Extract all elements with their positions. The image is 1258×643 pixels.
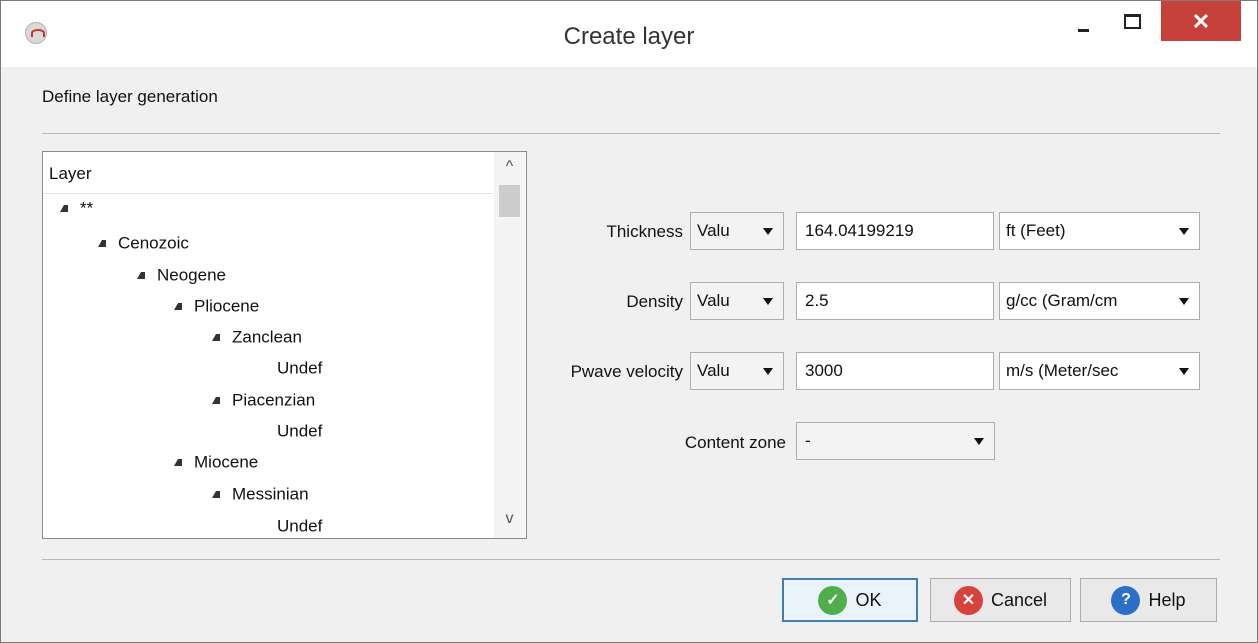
create-layer-dialog: Create layer ✕ Define layer generation L… [0,0,1258,643]
expand-triangle-icon[interactable] [174,303,182,311]
expand-triangle-icon[interactable] [98,240,106,248]
chevron-down-icon [763,298,773,305]
thickness-label: Thickness [606,222,683,241]
chevron-down-icon [1179,298,1189,305]
expand-triangle-icon[interactable] [212,334,220,342]
tree-body: ** Cenozoic Neogene Pliocene Zanclean Un… [43,195,493,538]
window-title: Create layer [563,23,695,50]
section-label: Define layer generation [42,87,218,106]
thickness-mode-value: Valu [697,221,730,240]
pwave-velocity-label: Pwave velocity [570,362,683,381]
question-circle-icon: ? [1111,585,1141,615]
expand-triangle-icon[interactable] [60,205,68,213]
layer-tree[interactable]: Layer ** Cenozoic Neogene Pliocene Zancl… [42,151,527,539]
help-label: Help [1148,589,1186,610]
cancel-label: Cancel [990,589,1048,610]
thickness-mode-select[interactable]: Valu [690,212,784,250]
content-zone-select[interactable]: - [796,422,995,460]
density-mode-value: Valu [697,291,730,310]
content-zone-value: - [805,431,811,450]
thickness-unit-select[interactable]: ft (Feet) [999,212,1200,250]
expand-triangle-icon[interactable] [137,272,145,280]
scroll-up-icon[interactable]: ^ [494,158,525,176]
title-bar: Create layer ✕ [1,1,1257,67]
pwave-mode-value: Valu [697,361,730,380]
thickness-input[interactable]: 164.04199219 [796,212,994,250]
tree-node-messinian[interactable]: Messinian [212,484,309,514]
density-label: Density [626,292,683,311]
pwave-mode-select[interactable]: Valu [690,352,784,390]
pwave-unit-value: m/s (Meter/sec [1006,361,1119,380]
maximize-button[interactable] [1112,1,1152,41]
chevron-down-icon [763,228,773,235]
tree-node-cenozoic[interactable]: Cenozoic [98,233,189,263]
content-zone-label: Content zone [684,433,786,452]
minimize-button[interactable] [1070,1,1100,41]
bottom-separator [42,559,1220,560]
thickness-unit-value: ft (Feet) [1006,221,1066,240]
x-circle-icon: ✕ [953,585,983,615]
expand-triangle-icon[interactable] [212,397,220,405]
density-input[interactable]: 2.5 [796,282,994,320]
density-unit-select[interactable]: g/cc (Gram/cm [999,282,1200,320]
tree-node-piacenzian[interactable]: Piacenzian [212,390,315,420]
tree-node-root[interactable]: ** [60,198,93,228]
tree-node-undef[interactable]: Undef [277,421,322,451]
pwave-velocity-input[interactable]: 3000 [796,352,994,390]
chevron-down-icon [763,368,773,375]
check-circle-icon: ✓ [818,585,848,615]
tree-scrollbar[interactable]: ^ v [494,152,525,538]
tree-node-miocene[interactable]: Miocene [174,452,258,482]
density-unit-value: g/cc (Gram/cm [1006,291,1118,310]
pwave-unit-select[interactable]: m/s (Meter/sec [999,352,1200,390]
scroll-thumb[interactable] [499,185,520,217]
tree-node-zanclean[interactable]: Zanclean [212,327,302,357]
chevron-down-icon [974,438,984,445]
tree-node-pliocene[interactable]: Pliocene [174,296,259,326]
expand-triangle-icon[interactable] [174,459,182,467]
chevron-down-icon [1179,368,1189,375]
tree-header: Layer [43,152,493,194]
close-button[interactable]: ✕ [1161,1,1241,41]
density-mode-select[interactable]: Valu [690,282,784,320]
tree-node-neogene[interactable]: Neogene [137,265,226,295]
help-button[interactable]: ? Help [1080,578,1217,622]
ok-button[interactable]: ✓ OK [782,578,918,622]
tree-node-undef[interactable]: Undef [277,516,322,538]
chevron-down-icon [1179,228,1189,235]
expand-triangle-icon[interactable] [212,491,220,499]
cancel-button[interactable]: ✕ Cancel [930,578,1071,622]
ok-label: OK [855,589,882,610]
scroll-down-icon[interactable]: v [494,510,525,528]
top-separator [42,133,1220,134]
tree-node-undef[interactable]: Undef [277,358,322,388]
